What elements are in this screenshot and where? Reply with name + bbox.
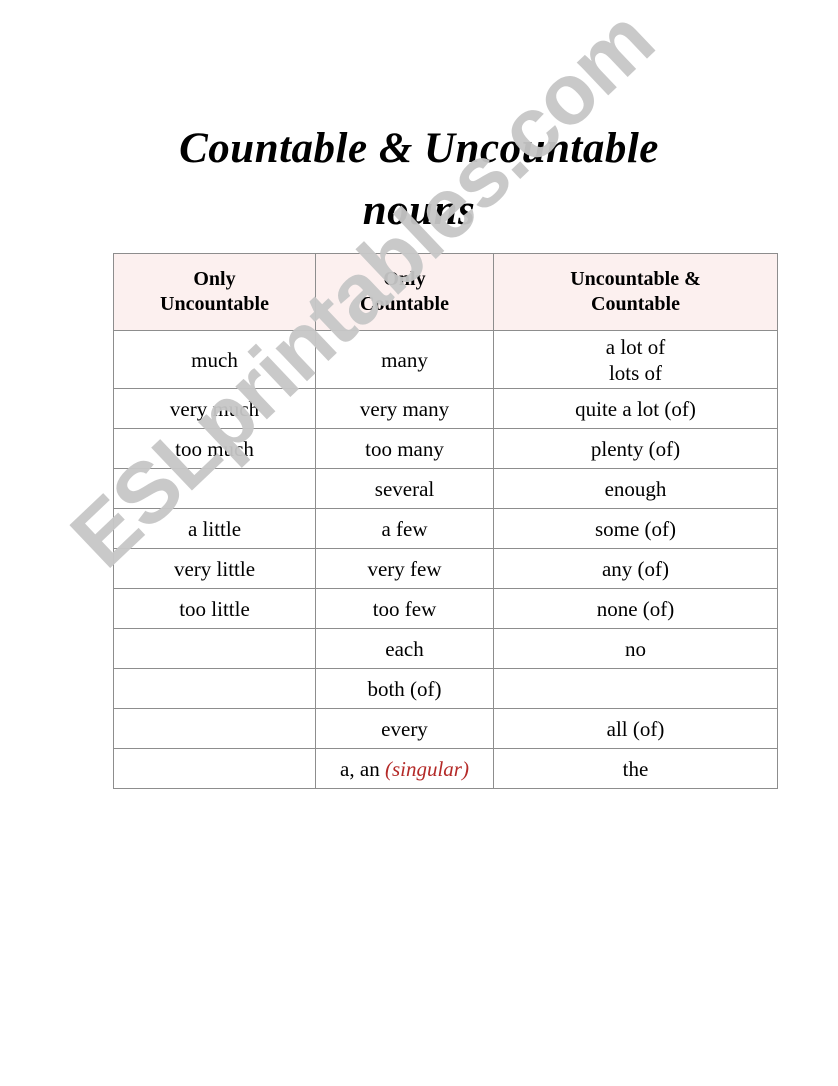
column-header-uncountable-and-countable-line-2: Countable	[591, 293, 680, 315]
table-cell-both: enough	[493, 468, 778, 509]
table-cell-countable: several	[315, 468, 494, 509]
column-header-only-countable-line-2: Countable	[360, 293, 449, 315]
table-row: both (of)	[113, 668, 778, 709]
page-title-line-1: Countable & Uncountable	[179, 125, 659, 172]
table-cell-countable: too few	[315, 588, 494, 629]
table-cell-both: no	[493, 628, 778, 669]
table-row: a, an (singular) the	[113, 748, 778, 789]
table-row: too much too many plenty (of)	[113, 428, 778, 469]
table-row: very much very many quite a lot (of)	[113, 388, 778, 429]
nouns-table: Only Uncountable Only Countable Uncounta…	[113, 253, 778, 789]
table-row: a little a few some (of)	[113, 508, 778, 549]
table-row: too little too few none (of)	[113, 588, 778, 629]
table-cell-countable: each	[315, 628, 494, 669]
column-header-uncountable-and-countable: Uncountable & Countable	[493, 253, 778, 331]
table-cell-both: any (of)	[493, 548, 778, 589]
table-cell-uncountable: too little	[113, 588, 316, 629]
table-cell-both: all (of)	[493, 708, 778, 749]
column-header-only-countable: Only Countable	[315, 253, 494, 331]
table-cell-countable: a few	[315, 508, 494, 549]
table-cell-uncountable: very little	[113, 548, 316, 589]
table-cell-both: none (of)	[493, 588, 778, 629]
table-cell-uncountable: too much	[113, 428, 316, 469]
table-row: each no	[113, 628, 778, 669]
column-header-only-countable-line-1: Only	[383, 268, 426, 290]
table-cell-countable: too many	[315, 428, 494, 469]
column-header-only-uncountable-line-1: Only	[193, 268, 236, 290]
table-cell-both: plenty (of)	[493, 428, 778, 469]
table-cell-both-line-1: a lot of	[605, 334, 666, 359]
table-cell-countable: very few	[315, 548, 494, 589]
column-header-only-uncountable-line-2: Uncountable	[160, 293, 269, 315]
table-cell-uncountable	[113, 668, 316, 709]
worksheet-page: Countable & Uncountable nouns Only Uncou…	[0, 0, 838, 1086]
table-cell-both: a lot of lots of	[493, 330, 778, 389]
column-header-only-uncountable: Only Uncountable	[113, 253, 316, 331]
table-body: much many a lot of lots of very much ver…	[113, 330, 778, 789]
table-cell-uncountable: very much	[113, 388, 316, 429]
table-row: every all (of)	[113, 708, 778, 749]
table-cell-both: quite a lot (of)	[493, 388, 778, 429]
table-row: several enough	[113, 468, 778, 509]
table-cell-both-line-2: lots of	[608, 360, 663, 385]
table-cell-uncountable	[113, 748, 316, 789]
table-cell-countable: every	[315, 708, 494, 749]
table-cell-both: some (of)	[493, 508, 778, 549]
table-cell-uncountable	[113, 708, 316, 749]
table-cell-uncountable: much	[113, 330, 316, 389]
table-cell-countable: very many	[315, 388, 494, 429]
table-cell-both	[493, 668, 778, 709]
table-cell-countable: many	[315, 330, 494, 389]
table-cell-countable-text: a, an	[340, 756, 380, 781]
page-title: Countable & Uncountable nouns	[60, 118, 778, 242]
table-cell-uncountable	[113, 628, 316, 669]
singular-note: (singular)	[384, 756, 469, 781]
table-cell-both: the	[493, 748, 778, 789]
table-row: much many a lot of lots of	[113, 330, 778, 389]
table-cell-countable: both (of)	[315, 668, 494, 709]
table-cell-countable: a, an (singular)	[315, 748, 494, 789]
nouns-table-container: Only Uncountable Only Countable Uncounta…	[113, 253, 778, 789]
table-cell-uncountable	[113, 468, 316, 509]
page-title-line-2: nouns	[362, 187, 476, 234]
column-header-uncountable-and-countable-line-1: Uncountable &	[570, 268, 701, 290]
table-header: Only Uncountable Only Countable Uncounta…	[113, 253, 778, 331]
table-cell-uncountable: a little	[113, 508, 316, 549]
table-header-row: Only Uncountable Only Countable Uncounta…	[113, 253, 778, 331]
table-row: very little very few any (of)	[113, 548, 778, 589]
